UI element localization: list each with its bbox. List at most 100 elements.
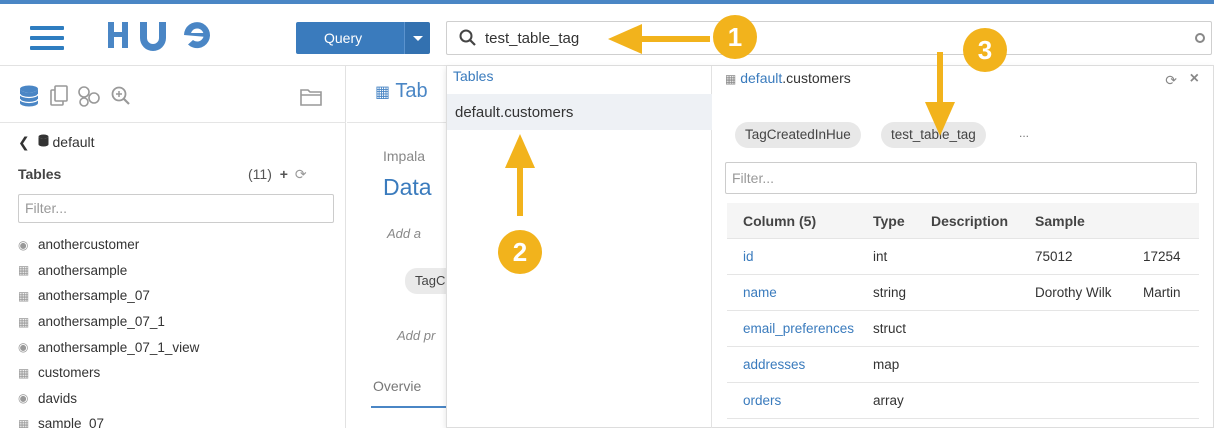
hbase-icon[interactable] [76,84,102,113]
table-row[interactable]: orders array [727,383,1199,419]
database-small-icon [38,134,53,150]
view-icon: ◉ [18,391,29,406]
columns-filter-input[interactable]: Filter... [725,162,1197,194]
table-name: anothersample_07_1 [38,314,165,330]
query-dropdown-caret[interactable] [404,22,430,54]
documents-icon[interactable] [48,84,70,113]
annotation-badge-1: 1 [713,15,757,59]
page-title: Data [383,174,432,200]
column-type: struct [873,321,907,336]
column-type: int [873,249,888,264]
grid-icon: ▦ [375,84,391,101]
column-type: array [873,393,904,408]
header-description[interactable]: Description [931,213,1035,229]
view-icon: ◉ [18,340,29,355]
results-list: Tables default.customers [447,66,712,428]
table-icon: ▦ [18,365,30,380]
column-type: string [873,285,907,300]
column-type: map [873,357,900,372]
breadcrumb[interactable]: ❮ default [18,134,95,151]
sample-value: 75012 [1035,249,1073,264]
hue-logo[interactable] [104,16,224,57]
table-name: anothercustomer [38,237,140,253]
database-icon[interactable] [18,84,40,113]
global-search-input[interactable]: test_table_tag [446,21,1212,55]
table-row[interactable]: email_preferences struct [727,311,1199,347]
results-section-title: Tables [453,68,494,84]
table-list-item[interactable]: ◉ anothercustomer [18,232,199,258]
table-list-item[interactable]: ▦ sample_07 [18,411,199,428]
table-header-row: Column (5) Type Description Sample [727,203,1199,239]
left-assist-panel: ❮ default Tables (11) + ⟳ Filter... ◉ ano… [0,66,346,428]
column-name[interactable]: addresses [727,357,873,372]
column-name[interactable]: orders [727,393,873,408]
tag-chip: TagC [405,268,447,294]
header-column[interactable]: Column (5) [727,213,873,229]
tab-overview[interactable]: Overvie [373,378,421,394]
tab-table-browser[interactable]: ▦ Tab [375,80,428,103]
hamburger-menu-icon[interactable] [30,26,64,50]
impala-label: Impala [383,148,426,164]
table-icon: ▦ [725,72,737,86]
table-details-pane: ▦ Tab Impala Data Add a TagC Add pr Over… [347,66,447,428]
tables-filter-input[interactable]: Filter... [18,194,334,223]
refresh-icon[interactable]: ⟳ [1165,72,1177,89]
table-list-item[interactable]: ▦ anothersample_07_1 [18,309,199,335]
preview-db[interactable]: default [740,70,782,86]
table-list-item[interactable]: ▦ anothersample_07 [18,283,199,309]
tag-chip: test_table_tag [881,122,986,148]
tables-count: (11) [248,166,272,182]
table-name: anothersample_07_1_view [38,339,200,355]
top-navigation-bar: Query test_table_tag [0,4,1214,66]
table-list-item[interactable]: ◉ davids [18,386,199,412]
table-name: customers [38,365,101,381]
active-tab-underline [371,406,447,408]
tag-chip: TagCreatedInHue [735,122,861,148]
table-icon: ▦ [18,416,30,428]
back-chevron-icon[interactable]: ❮ [18,134,30,150]
table-name: sample_07 [38,416,105,428]
preview-table: .customers [782,70,851,86]
table-icon: ▦ [18,263,30,278]
table-row[interactable]: id int 75012 17254 [727,239,1199,275]
header-type[interactable]: Type [873,213,931,229]
add-properties-placeholder[interactable]: Add pr [397,328,435,343]
more-tags[interactable]: ... [1019,126,1029,140]
table-list-item[interactable]: ◉ anothersample_07_1_view [18,334,199,360]
header-sample[interactable]: Sample [1035,213,1143,229]
table-list-item[interactable]: ▦ customers [18,360,199,386]
annotation-badge-3: 3 [963,28,1007,72]
table-row[interactable]: name string Dorothy Wilk Martin [727,275,1199,311]
tables-heading: Tables [18,166,62,182]
view-icon: ◉ [18,237,29,252]
tab-label: Tab [395,80,428,102]
close-icon[interactable]: × [1190,70,1199,88]
table-name: anothersample [38,262,128,278]
tables-count-and-actions: (11) + ⟳ [248,166,307,183]
tables-list: ◉ anothercustomer ▦ anothersample ▦ anothersa… [18,232,199,428]
search-result-item[interactable]: default.customers [447,94,712,130]
sample-value: Martin [1143,285,1181,300]
table-name: davids [38,390,78,406]
table-icon: ▦ [18,314,30,329]
refresh-icon[interactable]: ⟳ [295,166,307,182]
search-icon [459,29,477,52]
sample-value: Dorothy Wilk [1035,285,1112,300]
add-description-placeholder[interactable]: Add a [387,226,421,241]
breadcrumb-database[interactable]: default [53,134,95,150]
table-list-item[interactable]: ▦ anothersample [18,258,199,284]
table-name: anothersample_07 [38,288,150,304]
column-name[interactable]: name [727,285,873,300]
column-name[interactable]: id [727,249,873,264]
columns-table: Column (5) Type Description Sample id int… [727,203,1199,419]
table-row[interactable]: addresses map [727,347,1199,383]
query-button[interactable]: Query [296,22,404,54]
folder-icon[interactable] [298,84,324,113]
add-icon[interactable]: + [280,166,288,182]
sample-value: 17254 [1143,249,1181,264]
zoom-search-icon[interactable] [110,84,132,113]
clear-search-icon[interactable] [1195,33,1205,43]
column-name[interactable]: email_preferences [727,321,873,336]
search-results-dropdown: Tables default.customers ▦ default.custo… [446,66,1214,428]
preview-title[interactable]: ▦ default.customers [725,70,851,86]
